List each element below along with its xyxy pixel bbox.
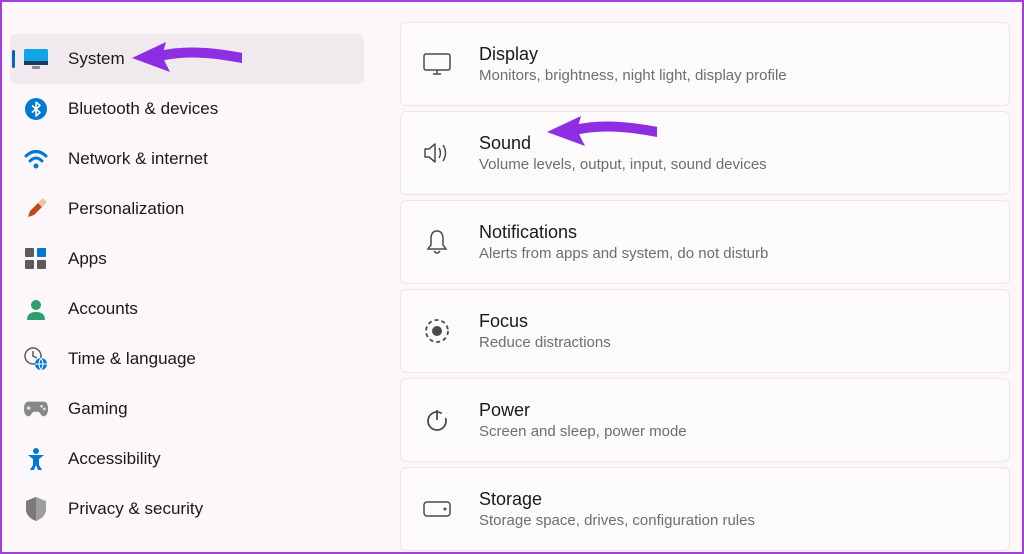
card-sound[interactable]: Sound Volume levels, output, input, soun… — [400, 111, 1010, 195]
sidebar-item-privacy[interactable]: Privacy & security — [10, 484, 364, 534]
card-title: Power — [479, 400, 991, 421]
shield-icon — [24, 497, 48, 521]
bell-icon — [423, 228, 451, 256]
paintbrush-icon — [24, 197, 48, 221]
person-icon — [24, 297, 48, 321]
clock-globe-icon — [24, 347, 48, 371]
sidebar-item-label: Accounts — [68, 299, 138, 319]
sidebar-item-system[interactable]: System — [10, 34, 364, 84]
card-desc: Alerts from apps and system, do not dist… — [479, 245, 991, 262]
sidebar-item-bluetooth[interactable]: Bluetooth & devices — [10, 84, 364, 134]
sidebar-item-label: Time & language — [68, 349, 196, 369]
sidebar-item-label: System — [68, 49, 125, 69]
card-storage[interactable]: Storage Storage space, drives, configura… — [400, 467, 1010, 551]
card-desc: Volume levels, output, input, sound devi… — [479, 156, 991, 173]
sidebar-item-time[interactable]: Time & language — [10, 334, 364, 384]
sidebar-item-label: Network & internet — [68, 149, 208, 169]
card-focus[interactable]: Focus Reduce distractions — [400, 289, 1010, 373]
sidebar-item-label: Personalization — [68, 199, 184, 219]
sidebar-item-personalization[interactable]: Personalization — [10, 184, 364, 234]
sidebar-item-gaming[interactable]: Gaming — [10, 384, 364, 434]
focus-icon — [423, 317, 451, 345]
apps-icon — [24, 247, 48, 271]
sidebar-item-accessibility[interactable]: Accessibility — [10, 434, 364, 484]
storage-icon — [423, 495, 451, 523]
sidebar-item-label: Privacy & security — [68, 499, 203, 519]
settings-sidebar: System Bluetooth & devices Network & int… — [2, 2, 372, 552]
sidebar-item-label: Accessibility — [68, 449, 161, 469]
settings-main: Display Monitors, brightness, night ligh… — [372, 2, 1022, 552]
gamepad-icon — [24, 397, 48, 421]
card-title: Sound — [479, 133, 991, 154]
bluetooth-icon — [24, 97, 48, 121]
card-desc: Reduce distractions — [479, 334, 991, 351]
monitor-icon — [423, 50, 451, 78]
card-title: Notifications — [479, 222, 991, 243]
card-desc: Screen and sleep, power mode — [479, 423, 991, 440]
card-title: Storage — [479, 489, 991, 510]
sidebar-item-label: Bluetooth & devices — [68, 99, 218, 119]
accessibility-icon — [24, 447, 48, 471]
sidebar-item-network[interactable]: Network & internet — [10, 134, 364, 184]
power-icon — [423, 406, 451, 434]
card-desc: Monitors, brightness, night light, displ… — [479, 67, 991, 84]
wifi-icon — [24, 147, 48, 171]
sidebar-item-label: Apps — [68, 249, 107, 269]
card-title: Focus — [479, 311, 991, 332]
card-power[interactable]: Power Screen and sleep, power mode — [400, 378, 1010, 462]
card-notifications[interactable]: Notifications Alerts from apps and syste… — [400, 200, 1010, 284]
card-desc: Storage space, drives, configuration rul… — [479, 512, 991, 529]
sidebar-item-label: Gaming — [68, 399, 128, 419]
speaker-icon — [423, 139, 451, 167]
sidebar-item-accounts[interactable]: Accounts — [10, 284, 364, 334]
system-icon — [24, 47, 48, 71]
sidebar-item-apps[interactable]: Apps — [10, 234, 364, 284]
card-display[interactable]: Display Monitors, brightness, night ligh… — [400, 22, 1010, 106]
card-title: Display — [479, 44, 991, 65]
